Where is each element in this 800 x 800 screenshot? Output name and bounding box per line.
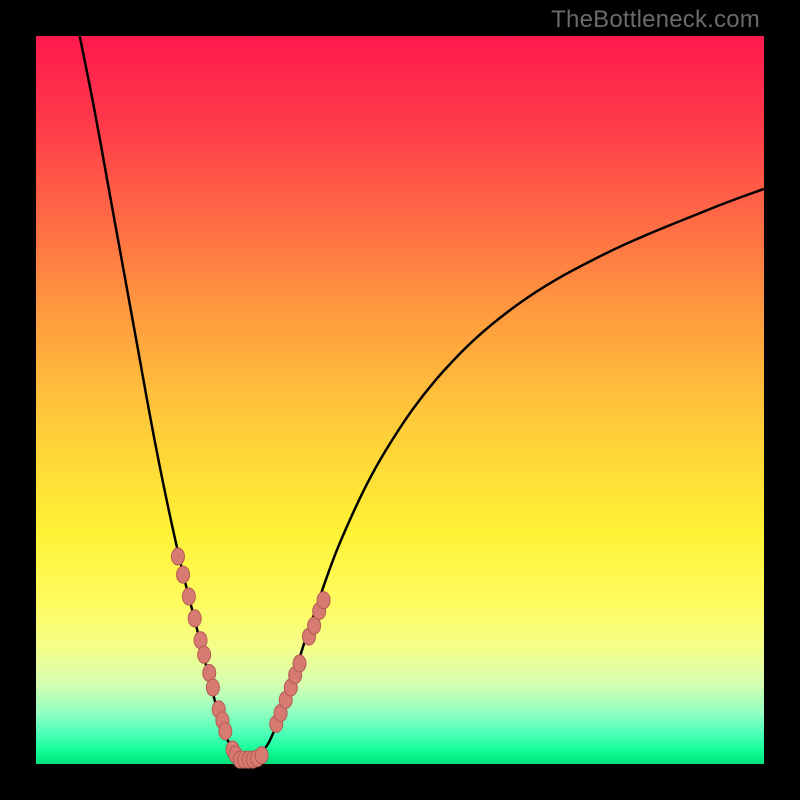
data-marker (177, 566, 190, 583)
watermark-text: TheBottleneck.com (551, 6, 760, 34)
markers-group (171, 548, 330, 768)
data-marker (293, 655, 306, 672)
data-marker (255, 747, 268, 764)
data-marker (206, 679, 219, 696)
curve-left (80, 36, 240, 760)
data-marker (198, 646, 211, 663)
data-marker (182, 588, 195, 605)
data-marker (219, 723, 232, 740)
data-marker (188, 610, 201, 627)
chart-plot (36, 36, 764, 764)
curve-right (254, 189, 764, 760)
data-marker (171, 548, 184, 565)
data-marker (317, 592, 330, 609)
